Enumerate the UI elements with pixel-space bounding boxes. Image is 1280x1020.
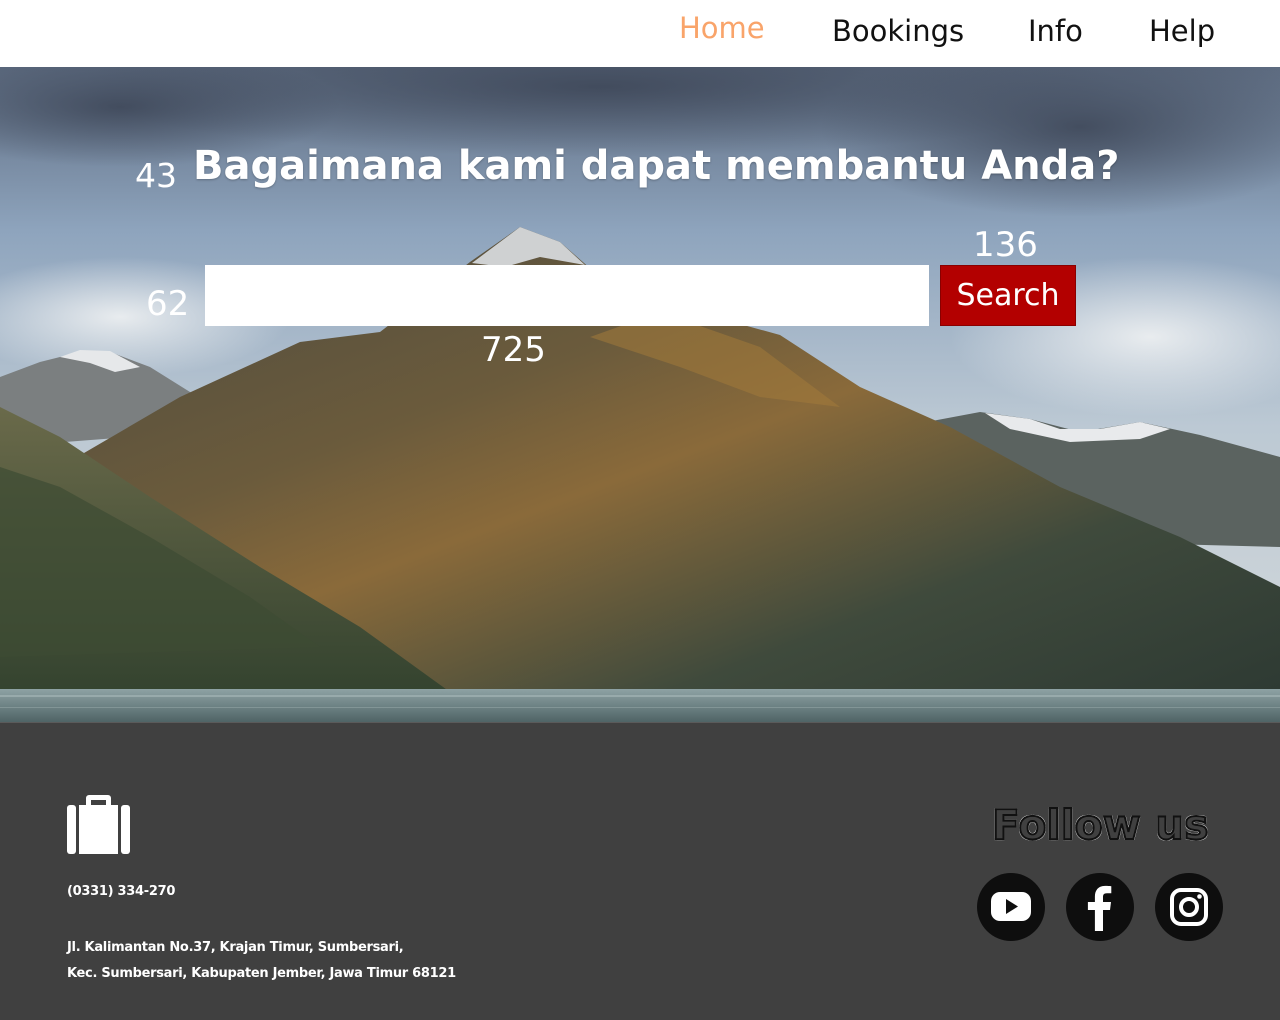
youtube-icon [991, 892, 1031, 921]
search-input[interactable] [205, 265, 929, 326]
briefcase-icon [67, 795, 130, 854]
facebook-icon [1087, 885, 1112, 931]
nav-item-info[interactable]: Info [1028, 14, 1083, 48]
hero-number-label: 136 [973, 225, 1038, 265]
nav-item-bookings[interactable]: Bookings [832, 14, 964, 48]
nav-item-help[interactable]: Help [1149, 14, 1215, 48]
nav-item-home[interactable]: Home [679, 11, 765, 45]
hero-number-label: 725 [481, 330, 546, 370]
hero-number-label: 62 [146, 284, 190, 324]
footer: (0331) 334-270 Jl. Kalimantan No.37, Kra… [0, 722, 1280, 1020]
instagram-icon [1170, 888, 1208, 926]
hero-title: Bagaimana kami dapat membantu Anda? [193, 143, 1120, 189]
youtube-link[interactable] [977, 873, 1045, 941]
hero-number-label: 43 [135, 156, 177, 195]
instagram-link[interactable] [1155, 873, 1223, 941]
follow-us-heading: Follow us [991, 800, 1210, 850]
facebook-link[interactable] [1066, 873, 1134, 941]
footer-address-line: Jl. Kalimantan No.37, Krajan Timur, Sumb… [67, 940, 404, 955]
footer-address-line: Kec. Sumbersari, Kabupaten Jember, Jawa … [67, 966, 456, 981]
top-navigation: Home Bookings Info Help [0, 0, 1280, 67]
search-button[interactable]: Search [940, 265, 1076, 326]
hero-section: 43 Bagaimana kami dapat membantu Anda? 1… [0, 67, 1280, 722]
footer-phone: (0331) 334-270 [67, 884, 176, 899]
